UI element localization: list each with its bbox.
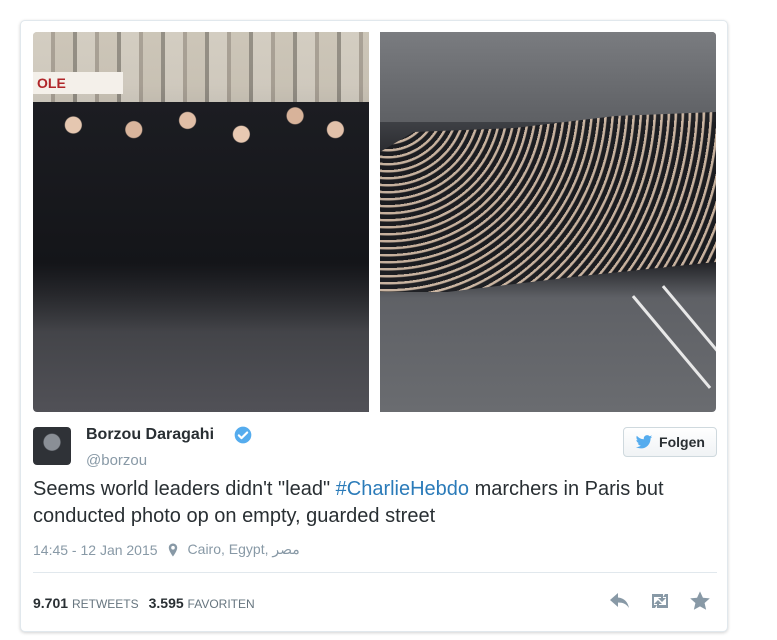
location-text[interactable]: Cairo, Egypt, مصر — [188, 541, 300, 558]
leaders-group — [33, 102, 369, 332]
hashtag-link[interactable]: #CharlieHebdo — [336, 478, 469, 500]
author-name[interactable]: Borzou Daragahi — [86, 426, 214, 444]
tweet-header: Borzou Daragahi @borzou Folgen — [33, 423, 717, 473]
tweet-actions — [607, 589, 713, 613]
crowd-group — [380, 112, 716, 292]
reply-icon — [610, 593, 629, 608]
star-icon — [690, 591, 710, 610]
street-background — [380, 32, 716, 122]
retweet-icon — [652, 594, 668, 608]
tweet-text: Seems world leaders didn't "lead" #Charl… — [33, 476, 717, 530]
follow-button[interactable]: Folgen — [623, 427, 717, 457]
retweets-count: 9.701 — [33, 595, 69, 611]
photo-empty-street[interactable] — [380, 32, 716, 412]
retweets-label: Retweets — [71, 597, 139, 611]
photo-collage: OLE — [33, 32, 717, 412]
twitter-bird-icon — [635, 434, 653, 448]
photo-world-leaders[interactable]: OLE — [33, 32, 369, 412]
favorites-label: Favoriten — [187, 597, 255, 611]
road-marking — [631, 295, 712, 389]
tweet-card: OLE Borzou Daragahi @borzou Folgen Seems… — [20, 20, 728, 632]
divider — [33, 572, 717, 573]
timestamp[interactable]: 14:45 - 12 Jan 2015 — [33, 542, 158, 558]
location-pin-icon — [168, 543, 177, 556]
retweet-button[interactable] — [647, 589, 673, 613]
tweet-stats: 9.701 Retweets 3.595 Favoriten — [33, 595, 255, 611]
tweet-text-part1: Seems world leaders didn't "lead" — [33, 478, 336, 500]
tweet-meta: 14:45 - 12 Jan 2015 Cairo, Egypt, مصر — [33, 541, 300, 558]
follow-label: Folgen — [659, 434, 705, 450]
avatar[interactable] — [33, 427, 71, 465]
favorites-stat[interactable]: 3.595 Favoriten — [149, 595, 255, 611]
favorites-count: 3.595 — [148, 595, 184, 611]
reply-button[interactable] — [607, 589, 633, 613]
author-handle[interactable]: @borzou — [86, 452, 147, 469]
verified-badge-icon — [234, 426, 252, 444]
retweets-stat[interactable]: 9.701 Retweets — [33, 595, 139, 611]
favorite-button[interactable] — [687, 589, 713, 613]
storefront-sign: OLE — [33, 72, 123, 94]
